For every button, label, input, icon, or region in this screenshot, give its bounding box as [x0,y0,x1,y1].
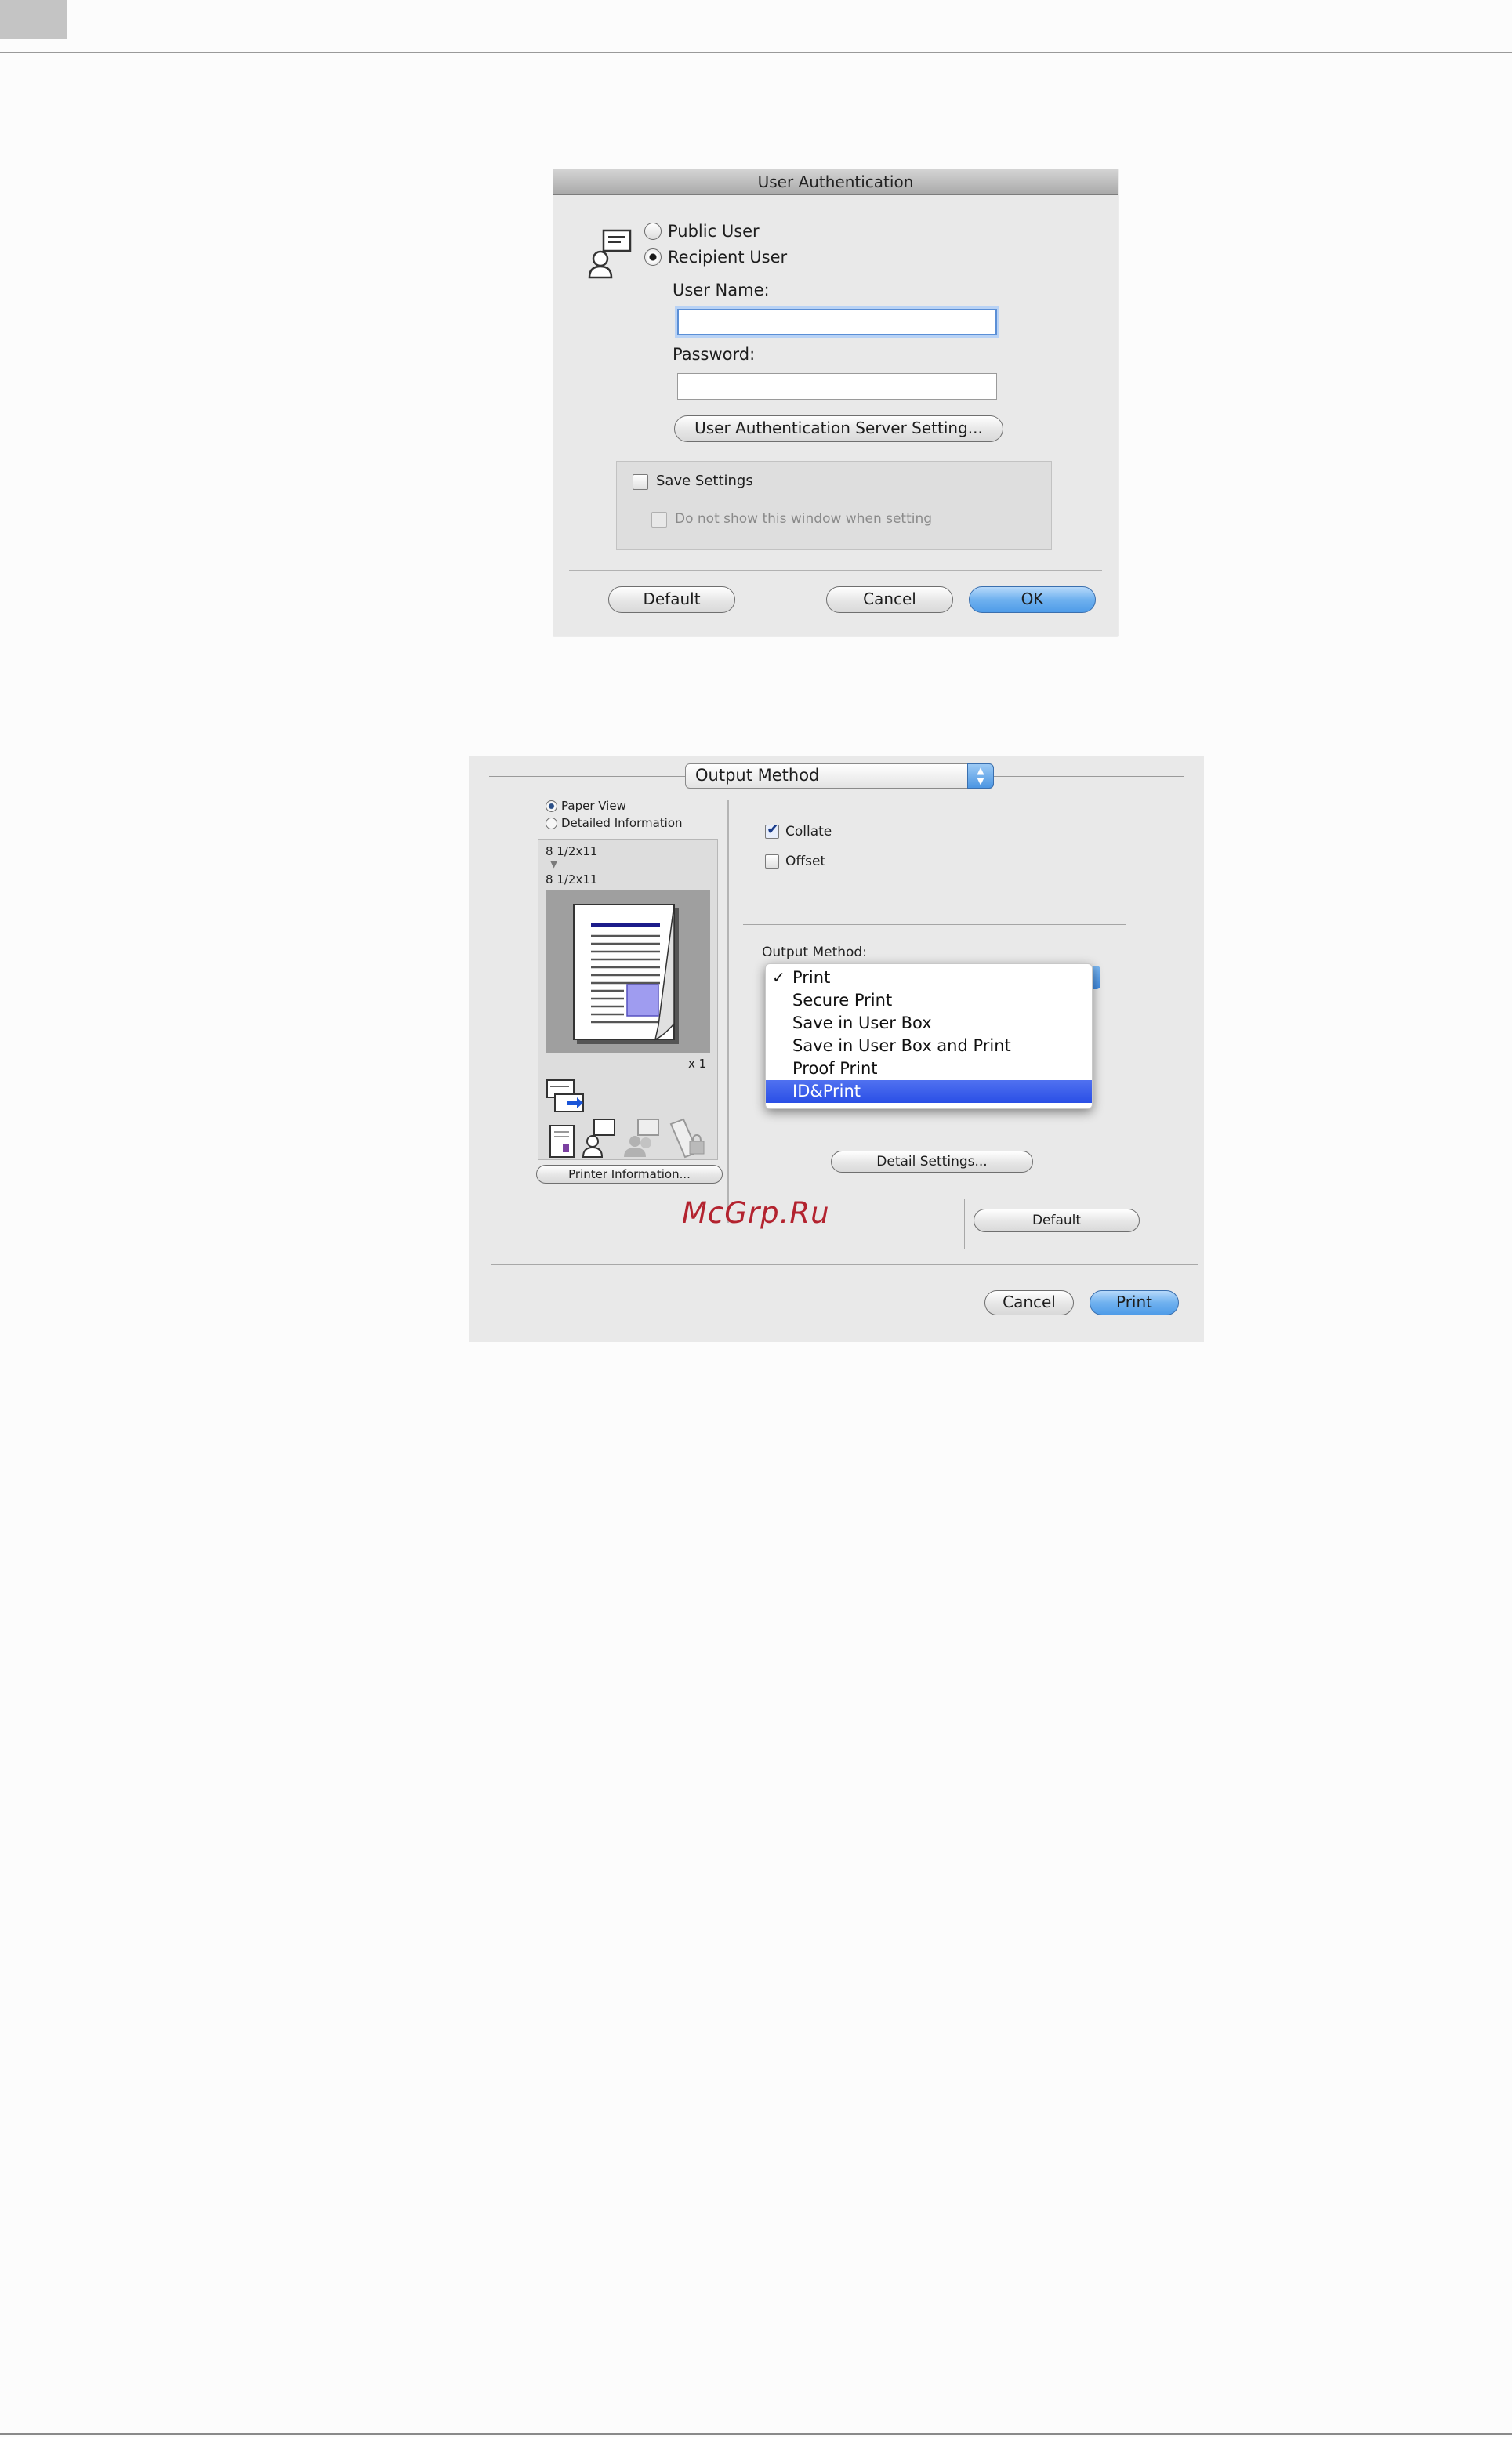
offset-checkbox[interactable] [765,854,779,869]
public-user-label: Public User [668,222,760,241]
print-default-button[interactable]: Default [974,1209,1140,1232]
right-column-rule [743,924,1126,925]
output-method-menu[interactable]: ✓ Print Secure Print Save in User Box Sa… [765,963,1093,1109]
menu-item-label: Save in User Box and Print [792,1036,1011,1055]
user-person-icon [588,229,632,279]
save-settings-checkbox[interactable] [633,474,648,490]
collate-label: Collate [785,824,832,840]
cancel-button[interactable]: Cancel [826,586,953,613]
password-label: Password: [673,345,756,364]
page-corner-tab [0,0,67,39]
printer-information-button[interactable]: Printer Information... [536,1165,723,1184]
user-authentication-dialog: User Authentication Public User Recipien… [553,169,1118,636]
dialog-title: User Authentication [553,169,1118,195]
menu-item-id-and-print[interactable]: ID&Print [766,1080,1092,1103]
print-button[interactable]: Print [1090,1290,1179,1315]
lock-document-icon [669,1118,705,1159]
group-users-icon [624,1119,659,1157]
document-preview-icon [573,904,679,1044]
offset-label: Offset [785,854,826,869]
bottom-vertical-separator [964,1199,965,1249]
print-dialog: Output Method ▲ ▼ Paper View Detailed Inf… [469,756,1204,1342]
do-not-show-label: Do not show this window when setting [675,511,933,527]
paper-size-to: 8 1/2x11 [546,872,598,887]
copies-count: x 1 [688,1057,707,1071]
save-settings-label: Save Settings [656,473,753,489]
column-divider [727,800,729,1223]
menu-item-save-in-user-box-and-print[interactable]: Save in User Box and Print [766,1035,1092,1057]
recipient-user-label: Recipient User [668,248,788,267]
detailed-info-label: Detailed Information [561,816,683,830]
user-name-input[interactable] [677,309,997,335]
default-button[interactable]: Default [608,586,735,613]
paper-preview [546,890,710,1053]
dialog-separator [569,570,1102,571]
bottom-rule [0,2433,1512,2435]
recipient-user-radio[interactable] [644,248,662,266]
menu-item-label: Proof Print [792,1059,878,1078]
password-input[interactable] [677,373,997,400]
menu-item-label: ID&Print [792,1082,861,1101]
save-settings-group: Save Settings Do not show this window wh… [616,461,1052,550]
checkmark-icon: ✓ [772,968,785,987]
output-method-label: Output Method: [762,945,867,960]
down-arrow-icon: ▼ [550,858,558,869]
do-not-show-checkbox[interactable] [651,512,667,528]
print-cancel-button[interactable]: Cancel [984,1290,1074,1315]
footer-separator [491,1264,1198,1265]
public-user-radio[interactable] [644,223,662,240]
collate-check-icon: ✔ [767,821,779,838]
watermark-text: McGrp.Ru [682,1196,830,1230]
auth-server-setting-button[interactable]: User Authentication Server Setting... [674,415,1003,442]
paper-size-from: 8 1/2x11 [546,844,598,858]
detail-settings-button[interactable]: Detail Settings... [831,1151,1033,1173]
output-tray-icon [546,1079,584,1112]
menu-item-label: Print [792,968,831,987]
popup-arrows-icon: ▲ ▼ [967,763,994,789]
menu-item-label: Save in User Box [792,1014,932,1032]
popup-rule-left [489,776,685,777]
menu-item-label: Secure Print [792,991,893,1010]
menu-item-proof-print[interactable]: Proof Print [766,1057,1092,1080]
detailed-info-radio[interactable] [546,818,557,829]
menu-item-secure-print[interactable]: Secure Print [766,989,1092,1012]
ok-button[interactable]: OK [969,586,1096,613]
panel-popup-label: Output Method [695,766,820,785]
collate-checkbox[interactable]: ✔ [765,821,779,839]
menu-item-print[interactable]: ✓ Print [766,966,1092,989]
panel-popup[interactable]: Output Method ▲ ▼ [685,763,994,789]
output-status-icons [546,1079,705,1159]
menu-item-save-in-user-box[interactable]: Save in User Box [766,1012,1092,1035]
popup-rule-right [994,776,1184,777]
user-icon [582,1119,615,1158]
paper-view-label: Paper View [561,799,626,813]
top-rule [0,52,1512,53]
user-name-label: User Name: [673,281,770,299]
document-icon [549,1125,575,1158]
paper-view-radio[interactable] [546,800,557,812]
